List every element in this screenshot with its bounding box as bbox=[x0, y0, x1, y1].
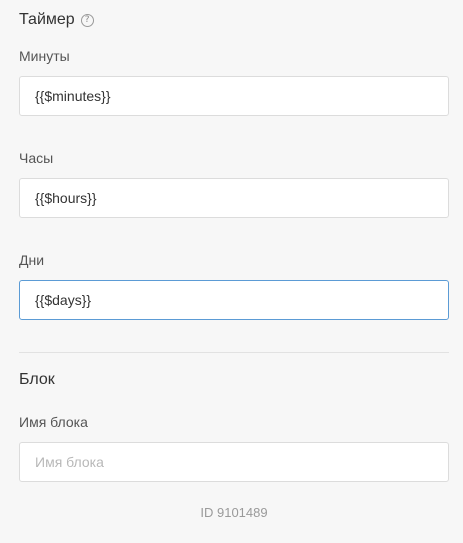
timer-section-title: Таймер ? bbox=[19, 10, 94, 30]
question-circle-icon[interactable]: ? bbox=[80, 13, 94, 27]
minutes-label: Минуты bbox=[19, 48, 70, 64]
hours-label: Часы bbox=[19, 150, 54, 166]
section-divider bbox=[19, 352, 449, 353]
hours-input[interactable] bbox=[19, 178, 449, 218]
block-name-label: Имя блока bbox=[19, 414, 88, 430]
days-label: Дни bbox=[19, 252, 45, 268]
block-title: Блок bbox=[19, 371, 55, 388]
timer-title: Таймер bbox=[19, 11, 75, 28]
days-input[interactable] bbox=[19, 280, 449, 320]
block-name-input[interactable] bbox=[19, 442, 449, 482]
block-id-text: ID 9101489 bbox=[200, 505, 268, 520]
minutes-input[interactable] bbox=[19, 76, 449, 116]
block-section-title: Блок bbox=[19, 370, 55, 390]
